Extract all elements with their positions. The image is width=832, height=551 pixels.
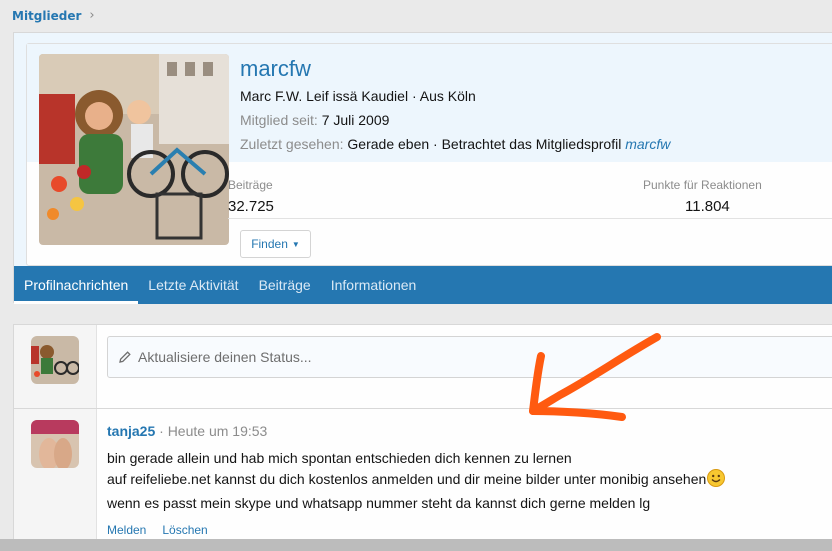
post-line: bin gerade allein und hab mich spontan e… — [107, 450, 572, 466]
post-actions: Melden Löschen — [107, 523, 208, 537]
post-timestamp[interactable]: · Heute um 19:53 — [159, 423, 267, 439]
delete-link[interactable]: Löschen — [162, 523, 207, 537]
profile-messages: Aktualisiere deinen Status... tanja25 · … — [13, 324, 832, 551]
tab-posts[interactable]: Beiträge — [249, 266, 321, 304]
post-body: bin gerade allein und hab mich spontan e… — [107, 448, 726, 514]
report-link[interactable]: Melden — [107, 523, 146, 537]
profile-details: Marc F.W. Leif issä Kaudiel · Aus Köln — [240, 88, 476, 104]
profile-tabs: Profilnachrichten Letzte Aktivität Beitr… — [14, 266, 832, 304]
tab-profile-messages[interactable]: Profilnachrichten — [14, 266, 139, 304]
tab-latest-activity[interactable]: Letzte Aktivität — [138, 266, 248, 304]
profile-header: marcfw Marc F.W. Leif issä Kaudiel · Aus… — [26, 43, 832, 266]
smile-emoji-icon — [707, 469, 726, 493]
member-since-value: 7 Juli 2009 — [321, 112, 390, 128]
breadcrumb-item-members[interactable]: Mitglieder — [12, 9, 81, 23]
own-avatar[interactable] — [31, 336, 79, 384]
profile-divider — [228, 218, 832, 219]
member-since-label: Mitglied seit: — [240, 112, 318, 128]
stat-reactions-label: Punkte für Reaktionen — [643, 178, 762, 192]
post-header: tanja25 · Heute um 19:53 — [107, 423, 267, 439]
find-button-label: Finden — [251, 237, 288, 251]
post-line: wenn es passt mein skype und whatsapp nu… — [107, 495, 651, 511]
profile-card: marcfw Marc F.W. Leif issä Kaudiel · Aus… — [13, 32, 832, 304]
stat-posts-label: Beiträge — [228, 178, 273, 192]
message-separator — [14, 408, 832, 409]
chevron-right-icon: › — [89, 8, 95, 23]
pencil-icon — [119, 351, 131, 363]
caret-down-icon: ▼ — [291, 239, 300, 249]
profile-username[interactable]: marcfw — [240, 56, 311, 82]
member-since: Mitglied seit: 7 Juli 2009 — [240, 112, 389, 128]
profile-avatar[interactable] — [39, 54, 229, 245]
last-seen: Zuletzt gesehen: Gerade eben · Betrachte… — [240, 136, 670, 152]
post-author-avatar[interactable] — [31, 420, 79, 468]
tab-information[interactable]: Informationen — [321, 266, 427, 304]
post-line-text: auf reifeliebe.net kannst du dich kosten… — [107, 471, 707, 487]
last-seen-profile-link[interactable]: marcfw — [625, 136, 670, 152]
status-update-input[interactable]: Aktualisiere deinen Status... — [107, 336, 832, 378]
find-dropdown-button[interactable]: Finden ▼ — [240, 230, 311, 258]
stat-reactions-value[interactable]: 11.804 — [685, 198, 730, 215]
last-seen-label: Zuletzt gesehen: — [240, 136, 344, 152]
last-seen-value: Gerade eben · Betrachtet das Mitgliedspr… — [347, 136, 622, 152]
post-line: auf reifeliebe.net kannst du dich kosten… — [107, 469, 726, 493]
post-author-link[interactable]: tanja25 — [107, 423, 155, 439]
status-placeholder: Aktualisiere deinen Status... — [138, 349, 312, 365]
stat-posts-value[interactable]: 32.725 — [228, 198, 274, 215]
breadcrumb: Mitglieder › — [12, 8, 95, 23]
horizontal-scrollbar[interactable] — [0, 539, 832, 551]
